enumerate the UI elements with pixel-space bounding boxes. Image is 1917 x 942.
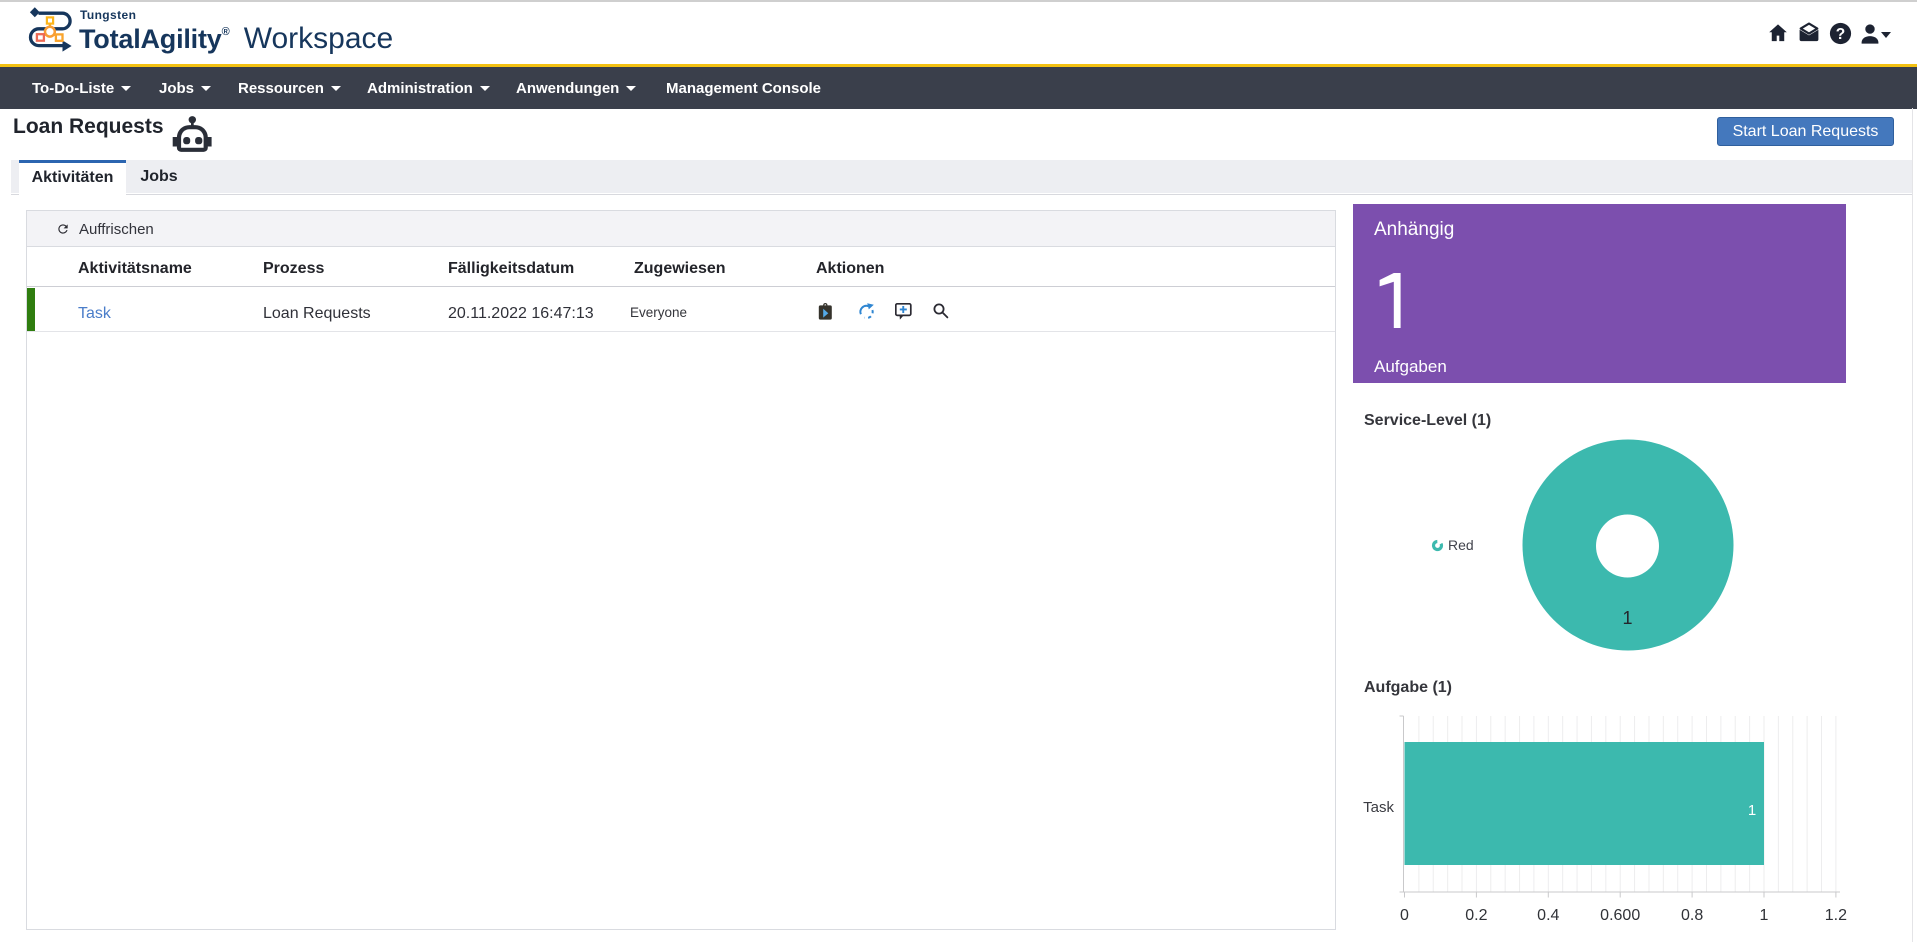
svg-text:0: 0	[1400, 907, 1409, 924]
svg-text:Task: Task	[1363, 799, 1394, 816]
svg-text:0.8: 0.8	[1681, 907, 1703, 924]
svg-text:1: 1	[1760, 907, 1769, 924]
svg-text:0.2: 0.2	[1465, 907, 1487, 924]
svg-text:0.4: 0.4	[1537, 907, 1559, 924]
svg-text:1: 1	[1748, 802, 1756, 819]
svg-text:0.600: 0.600	[1600, 907, 1640, 924]
svg-text:1: 1	[1622, 608, 1632, 628]
svg-text:1.2: 1.2	[1825, 907, 1847, 924]
svg-text:?: ?	[1836, 26, 1845, 43]
